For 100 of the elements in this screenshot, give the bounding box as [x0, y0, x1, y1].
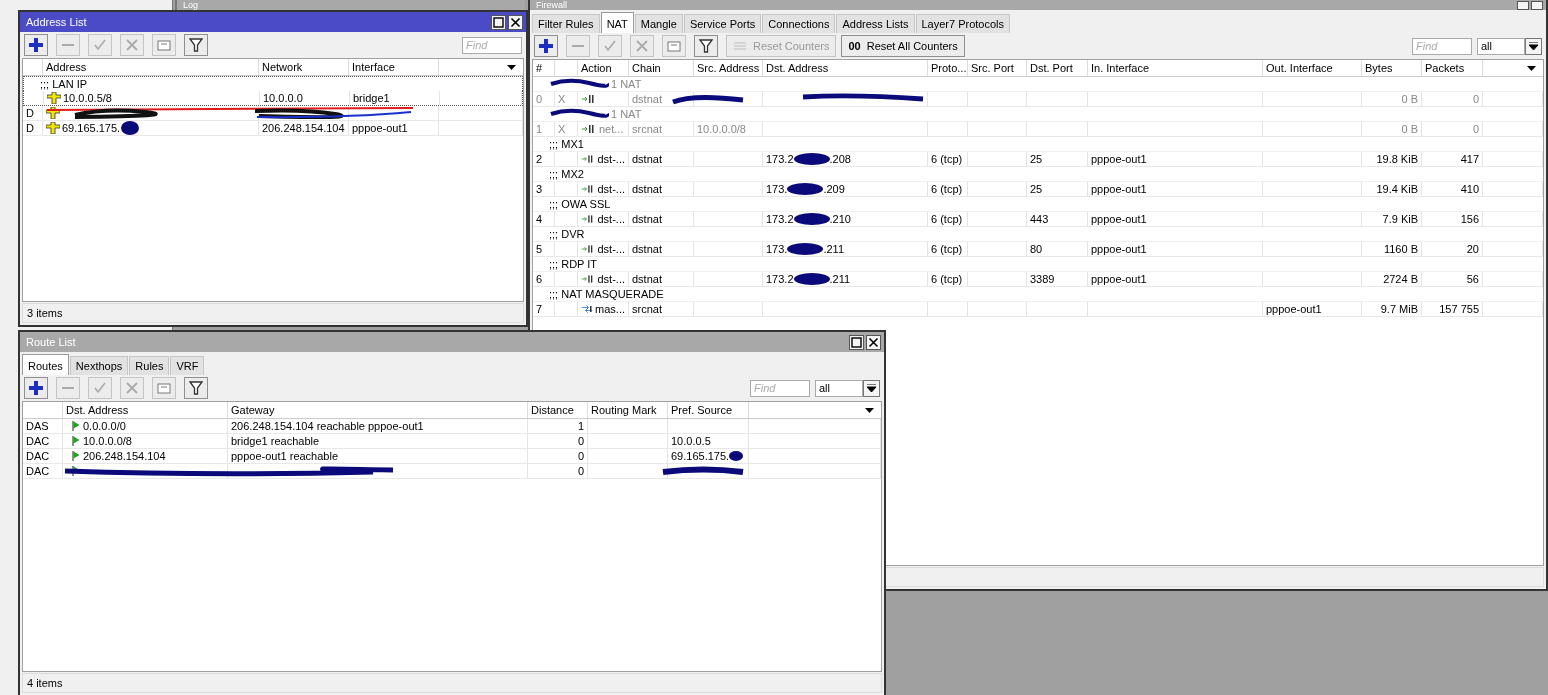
- address-row[interactable]: D 69.165.175. 206.248.154.104 pppoe-out1: [23, 121, 523, 136]
- column-header[interactable]: Dst. Address: [763, 60, 928, 76]
- comment-row[interactable]: ;;; MX2: [533, 167, 1543, 182]
- column-header[interactable]: Src. Port: [968, 60, 1027, 76]
- column-header[interactable]: Chain: [629, 60, 694, 76]
- address-row[interactable]: D: [23, 106, 523, 121]
- column-header[interactable]: Out. Interface: [1263, 60, 1362, 76]
- route-row[interactable]: DAS 0.0.0.0/0 206.248.154.104 reachable pppoe-out1 1: [23, 419, 881, 434]
- table-cell: pppoe-out1: [1088, 242, 1263, 256]
- comment-row[interactable]: ;;; MX1: [533, 137, 1543, 152]
- filter-button[interactable]: [184, 377, 208, 399]
- comment-row[interactable]: ;;; RDP IT: [533, 257, 1543, 272]
- rule-chain: dstnat: [629, 212, 694, 226]
- filter-icon: [699, 39, 713, 53]
- column-header[interactable]: In. Interface: [1088, 60, 1263, 76]
- address-text: 10.0.0.5/8: [63, 91, 112, 105]
- column-menu-icon[interactable]: [1527, 65, 1536, 71]
- rule-row[interactable]: 4 dst-... dstnat 173.2 .210 6 (tcp) 443 pppoe-out1 7.9 KiB 156: [533, 212, 1543, 227]
- rule-action: dst-...: [597, 152, 625, 166]
- filter-dropdown[interactable]: all: [1477, 37, 1525, 55]
- filter-button[interactable]: [184, 34, 208, 56]
- rule-chain: dstnat: [629, 272, 694, 286]
- rule-chain: dstnat: [629, 242, 694, 256]
- table-cell: 10.0.0.0: [260, 91, 350, 105]
- column-header[interactable]: Packets: [1422, 60, 1483, 76]
- rule-row[interactable]: 5 dst-... dstnat 173. .211 6 (tcp) 80 pppoe-out1 1160 B 20: [533, 242, 1543, 257]
- table-cell: pppoe-out1: [349, 121, 439, 135]
- reset-counters-button[interactable]: 00 Reset All Counters: [841, 35, 965, 57]
- rule-number: 0: [533, 92, 555, 106]
- address-fragment: .208: [829, 152, 851, 166]
- column-header[interactable]: Routing Mark: [588, 402, 668, 418]
- rule-row[interactable]: 3 dst-... dstnat 173. .209 6 (tcp) 25 pppoe-out1 19.4 KiB 410: [533, 182, 1543, 197]
- column-menu-icon[interactable]: [865, 407, 874, 413]
- column-header[interactable]: Pref. Source: [668, 402, 749, 418]
- tab[interactable]: Filter Rules: [532, 14, 600, 33]
- column-header[interactable]: Address: [43, 59, 259, 75]
- window-title: Firewall: [536, 0, 567, 10]
- tab[interactable]: Address Lists: [836, 14, 915, 33]
- tab[interactable]: VRF: [170, 356, 205, 375]
- address-text: 10.0.0.0/8: [83, 434, 132, 448]
- window-title: Log: [183, 0, 199, 10]
- address-row[interactable]: 10.0.0.5/8 10.0.0.0 bridge1: [23, 91, 523, 106]
- route-row[interactable]: DAC 206.248.154.104 pppoe-out1 reachable 0 69.165.175.: [23, 449, 881, 464]
- column-header[interactable]: Distance: [528, 402, 588, 418]
- tab[interactable]: Routes: [22, 354, 69, 375]
- find-field[interactable]: Find: [1412, 37, 1472, 55]
- rule-row[interactable]: 7 mas... srcnat pppoe-out1 9.7 MiB 157 755: [533, 302, 1543, 317]
- tab[interactable]: Connections: [762, 14, 836, 33]
- caret-icon: [1529, 41, 1538, 51]
- address-fragment: .211: [829, 272, 851, 286]
- comment-row[interactable]: ;;; DVR: [533, 227, 1543, 242]
- filter-button[interactable]: [694, 35, 718, 57]
- rule-action: dst-...: [597, 182, 625, 196]
- comment-row[interactable]: ;;; NAT MASQUERADE: [533, 287, 1543, 302]
- add-button[interactable]: [24, 377, 48, 399]
- address-fragment: 69.165.175.: [62, 121, 121, 135]
- close-button[interactable]: [508, 14, 523, 30]
- tab[interactable]: Service Ports: [683, 14, 762, 33]
- maximize-button[interactable]: [491, 14, 506, 30]
- tab[interactable]: NAT: [600, 12, 634, 33]
- cross-icon: [125, 381, 139, 395]
- add-button[interactable]: [534, 35, 558, 57]
- table-cell: 19.8 KiB: [1362, 152, 1422, 166]
- entry-flag: D: [23, 121, 43, 135]
- table-cell: 9.7 MiB: [1362, 302, 1422, 316]
- column-header[interactable]: Proto...: [928, 60, 968, 76]
- filter-dropdown[interactable]: all: [815, 379, 863, 397]
- column-header[interactable]: Src. Address: [694, 60, 763, 76]
- table-cell: 6 (tcp): [928, 272, 968, 286]
- tab[interactable]: Mangle: [634, 14, 683, 33]
- table-cell: pppoe-out1: [1088, 182, 1263, 196]
- route-row[interactable]: DAC 0: [23, 464, 881, 479]
- tab[interactable]: Rules: [129, 356, 170, 375]
- address-icon: [46, 122, 60, 134]
- find-field[interactable]: Find: [462, 36, 522, 54]
- column-header[interactable]: Dst. Address: [63, 402, 228, 418]
- column-header[interactable]: #: [533, 60, 555, 76]
- column-header[interactable]: Network: [259, 59, 349, 75]
- tab[interactable]: Layer7 Protocols: [915, 14, 1011, 33]
- dropdown-button[interactable]: [1525, 37, 1542, 55]
- add-button[interactable]: [24, 34, 48, 56]
- table-cell: 25: [1027, 182, 1088, 196]
- rule-row[interactable]: 6 dst-... dstnat 173.2 .211 6 (tcp) 3389 pppoe-out1 2724 B 56: [533, 272, 1543, 287]
- column-header[interactable]: Bytes: [1362, 60, 1422, 76]
- rule-row[interactable]: 2 dst-... dstnat 173.2 .208 6 (tcp) 25 pppoe-out1 19.8 KiB 417: [533, 152, 1543, 167]
- route-row[interactable]: DAC 10.0.0.0/8 bridge1 reachable 0 10.0.0.5: [23, 434, 881, 449]
- rule-action: dst-...: [597, 212, 625, 226]
- column-menu-icon[interactable]: [507, 64, 516, 70]
- rule-comment: 1 NAT: [611, 107, 642, 121]
- column-header[interactable]: Dst. Port: [1027, 60, 1088, 76]
- find-field[interactable]: Find: [750, 379, 810, 397]
- column-header[interactable]: Action: [578, 60, 629, 76]
- column-header[interactable]: Gateway: [228, 402, 528, 418]
- redaction-scribble: [793, 273, 830, 285]
- tab[interactable]: Nexthops: [69, 356, 129, 375]
- dropdown-button[interactable]: [863, 379, 880, 397]
- table-cell: 25: [1027, 152, 1088, 166]
- address-fragment: 69.165.175.: [671, 449, 730, 463]
- comment-row[interactable]: ;;; OWA SSL: [533, 197, 1543, 212]
- column-header[interactable]: Interface: [349, 59, 439, 75]
